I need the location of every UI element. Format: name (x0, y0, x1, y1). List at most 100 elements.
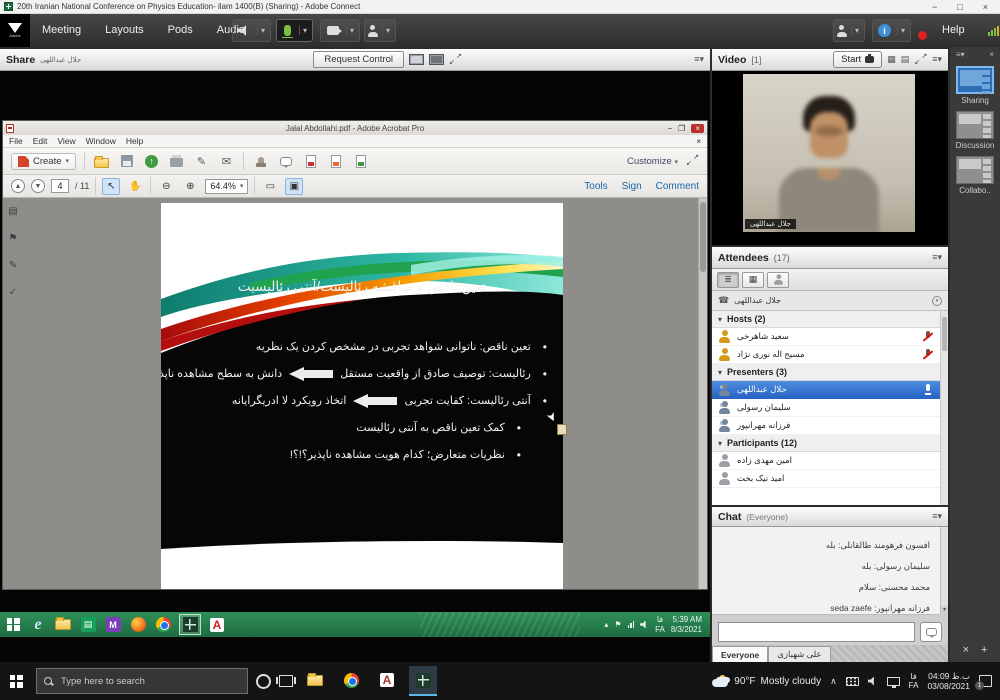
microphone-button[interactable]: ▾ (276, 19, 313, 42)
zoom-out-icon[interactable]: ⊖ (157, 178, 175, 195)
file-explorer-taskbar-icon[interactable] (301, 666, 329, 696)
video-fullscreen-icon[interactable]: ↗↙ (914, 54, 927, 66)
filmstrip-view-icon[interactable]: ▤ (901, 54, 910, 65)
acrobat-restore-button[interactable]: ❐ (678, 124, 685, 133)
signatures-icon[interactable]: ✓ (9, 287, 17, 298)
tray-network-icon[interactable] (628, 621, 635, 628)
acrobat-menu-edit[interactable]: Edit (33, 136, 48, 146)
open-file-icon[interactable] (93, 154, 110, 169)
breakout-view-button[interactable] (767, 272, 789, 288)
convert-pdf-icon[interactable] (327, 154, 344, 169)
connection-signal-icon[interactable] (988, 26, 999, 36)
acrobat-menu-file[interactable]: File (9, 136, 23, 146)
create-button[interactable]: Create ▾ (11, 153, 76, 170)
webcam-button[interactable]: ▾ (320, 19, 360, 42)
acrobat-menu-view[interactable]: View (57, 136, 75, 146)
chat-input[interactable] (718, 622, 915, 642)
start-button[interactable] (4, 675, 28, 688)
zoom-level-dropdown[interactable]: 64.4%▾ (205, 179, 248, 194)
close-tab-icon[interactable]: × (963, 644, 969, 656)
chrome-icon[interactable] (154, 616, 172, 634)
scroll-down-icon[interactable]: ▾ (941, 606, 948, 615)
volume-icon[interactable] (868, 677, 878, 686)
fit-width-icon[interactable]: ▭ (261, 178, 279, 195)
stamp-icon[interactable] (252, 154, 269, 169)
layout-discussion-thumbnail[interactable] (956, 111, 994, 139)
presenter-language-indicator[interactable]: فا FA (655, 615, 665, 635)
connect-taskbar-icon[interactable] (179, 614, 201, 635)
start-webcam-button[interactable]: Start (833, 51, 882, 68)
print-icon[interactable] (168, 154, 185, 169)
save-icon[interactable] (118, 154, 135, 169)
tools-link[interactable]: Tools (584, 181, 607, 192)
fit-page-icon[interactable]: ▣ (285, 178, 303, 195)
pod-view-toggle2-icon[interactable] (429, 54, 444, 65)
search-input[interactable] (59, 675, 240, 688)
task-view-icon[interactable] (279, 675, 293, 687)
attach-pdf-icon[interactable] (302, 154, 319, 169)
attendees-pod-menu-icon[interactable]: ≡▾ (932, 252, 942, 263)
menu-meeting[interactable]: Meeting (30, 14, 93, 47)
layout-sharing-label[interactable]: Sharing (950, 96, 1000, 105)
layouts-menu-icon[interactable]: ≡▾ (956, 50, 965, 59)
layout-collaboration-label[interactable]: Collabo.. (950, 186, 1000, 195)
minimize-button[interactable]: − (932, 1, 937, 13)
acrobat-minimize-button[interactable]: − (667, 124, 672, 133)
sign-link[interactable]: Sign (622, 181, 642, 192)
taskbar-search[interactable] (36, 668, 248, 694)
presenter-clock[interactable]: 5:39 AM 8/3/2021 (671, 615, 702, 635)
acrobat-menu-window[interactable]: Window (86, 136, 116, 146)
tray-volume-icon[interactable] (640, 621, 649, 629)
ie-icon[interactable]: e (29, 616, 47, 634)
chrome-taskbar-icon[interactable] (337, 666, 365, 696)
help-link[interactable]: Help (942, 24, 965, 36)
list-view-button[interactable]: ≣ (717, 272, 739, 288)
grid-view-button[interactable]: ▦ (742, 272, 764, 288)
attachments-icon[interactable]: ✎ (9, 260, 17, 271)
acrobat-close-button[interactable]: × (691, 124, 704, 133)
raise-hand-button[interactable]: ▾ (364, 19, 396, 42)
chat-tab-private[interactable]: علی شهبازی (768, 646, 830, 662)
firefox-icon[interactable] (129, 616, 147, 634)
export-pdf-icon[interactable] (352, 154, 369, 169)
cortana-icon[interactable] (256, 674, 271, 689)
add-tab-icon[interactable]: + (981, 644, 987, 656)
maximize-button[interactable]: □ (957, 1, 962, 13)
next-page-icon[interactable]: ▼ (31, 179, 45, 193)
attendee-row[interactable]: سلیمان رسولی (712, 399, 940, 417)
attendee-group-presenters[interactable]: ▾ Presenters (3) (712, 364, 940, 381)
layouts-close-icon[interactable]: × (989, 50, 994, 59)
speaker-button[interactable]: ▾ (232, 19, 271, 42)
office-m-icon[interactable]: M (104, 616, 122, 634)
tray-expand-icon[interactable]: ▴ (604, 620, 608, 629)
chat-pod-menu-icon[interactable]: ≡▾ (932, 511, 942, 522)
document-scrollbar[interactable] (698, 198, 707, 589)
menu-pods[interactable]: Pods (156, 14, 205, 47)
attendee-row[interactable]: مسیح اله نوری نژاد (712, 346, 940, 364)
zoom-in-icon[interactable]: ⊕ (181, 178, 199, 195)
store-icon[interactable]: ▤ (79, 616, 97, 634)
share-pod-menu-icon[interactable]: ≡▾ (694, 54, 704, 65)
send-message-button[interactable] (920, 622, 942, 642)
bookmarks-icon[interactable]: ⚑ (9, 233, 18, 244)
acrobat-menu-help[interactable]: Help (126, 136, 143, 146)
acrobat-taskbar-icon[interactable]: A (208, 616, 226, 634)
connect-active-app-icon[interactable] (409, 666, 437, 696)
layout-collaboration-thumbnail[interactable] (956, 156, 994, 184)
page-number-input[interactable] (51, 179, 69, 193)
edit-icon[interactable]: ✎ (193, 154, 210, 169)
language-indicator[interactable]: فا FA (909, 672, 919, 690)
attendees-scrollbar[interactable] (940, 311, 948, 505)
select-tool-icon[interactable]: ↖ (102, 178, 120, 195)
attendee-row[interactable]: سعید شاهرخی (712, 328, 940, 346)
attendee-group-participants[interactable]: ▾ Participants (12) (712, 435, 940, 452)
file-explorer-icon[interactable] (54, 616, 72, 634)
attendee-row[interactable]: فرزانه مهرانپور (712, 417, 940, 435)
attendee-group-hosts[interactable]: ▾ Hosts (2) (712, 311, 940, 328)
fullscreen-icon[interactable]: ↗↙ (449, 54, 462, 66)
sticky-note-icon[interactable] (277, 154, 294, 169)
chat-tab-everyone[interactable]: Everyone (712, 646, 768, 662)
page-thumbnails-icon[interactable]: ▤ (8, 206, 17, 217)
layout-discussion-label[interactable]: Discussion (950, 141, 1000, 150)
email-icon[interactable]: ✉ (218, 154, 235, 169)
